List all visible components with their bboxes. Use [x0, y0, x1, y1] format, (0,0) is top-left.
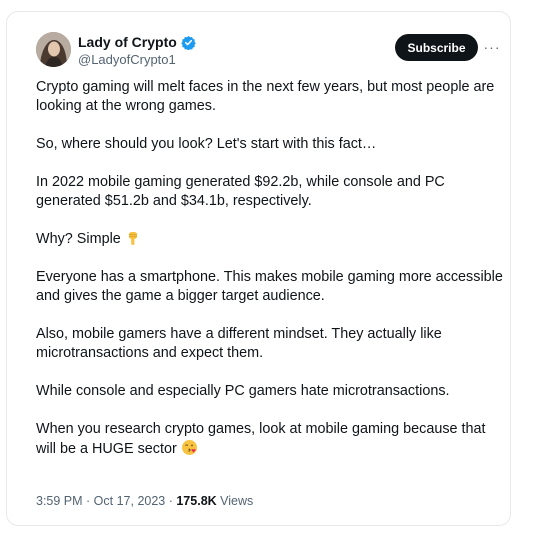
meta-separator: ·	[82, 494, 94, 508]
views-count[interactable]: 175.8K	[176, 493, 216, 509]
subscribe-button[interactable]: Subscribe	[395, 34, 478, 61]
tweet-meta: 3:59 PM · Oct 17, 2023 · 175.8K Views	[36, 493, 253, 509]
tweet-paragraph: Crypto gaming will melt faces in the nex…	[36, 79, 495, 114]
tweet-paragraph-text: When you research crypto games, look at …	[36, 421, 486, 457]
tweet-paragraph: While console and especially PC gamers h…	[36, 383, 450, 399]
tweet-paragraph: Everyone has a smartphone. This makes mo…	[36, 269, 503, 304]
tweet-paragraph-with-emoji: When you research crypto games, look at …	[36, 420, 506, 459]
tweet-text: Crypto gaming will melt faces in the nex…	[36, 78, 506, 478]
tweet-card: Lady of Crypto @LadyofCrypto1 Subscribe …	[6, 11, 511, 526]
kissing-wink-emoji	[181, 440, 197, 455]
tweet-paragraph: Also, mobile gamers have a different min…	[36, 326, 442, 361]
meta-separator: ·	[165, 494, 177, 508]
views-label: Views	[216, 494, 254, 508]
tweet-paragraph: So, where should you look? Let's start w…	[36, 136, 377, 152]
more-options-icon[interactable]: ···	[482, 37, 502, 57]
author-name-row: Lady of Crypto	[78, 34, 196, 51]
pointing-down-emoji	[128, 232, 137, 245]
tweet-date[interactable]: Oct 17, 2023	[94, 493, 166, 509]
author-handle[interactable]: @LadyofCrypto1	[78, 52, 176, 68]
tweet-paragraph-with-emoji: Why? Simple	[36, 230, 506, 249]
tweet-paragraph: In 2022 mobile gaming generated $92.2b, …	[36, 174, 445, 209]
author-display-name[interactable]: Lady of Crypto	[78, 34, 177, 51]
tweet-time[interactable]: 3:59 PM	[36, 493, 83, 509]
avatar[interactable]	[36, 32, 71, 67]
verified-badge-icon	[181, 35, 196, 50]
tweet-paragraph-text: Why? Simple	[36, 231, 121, 247]
